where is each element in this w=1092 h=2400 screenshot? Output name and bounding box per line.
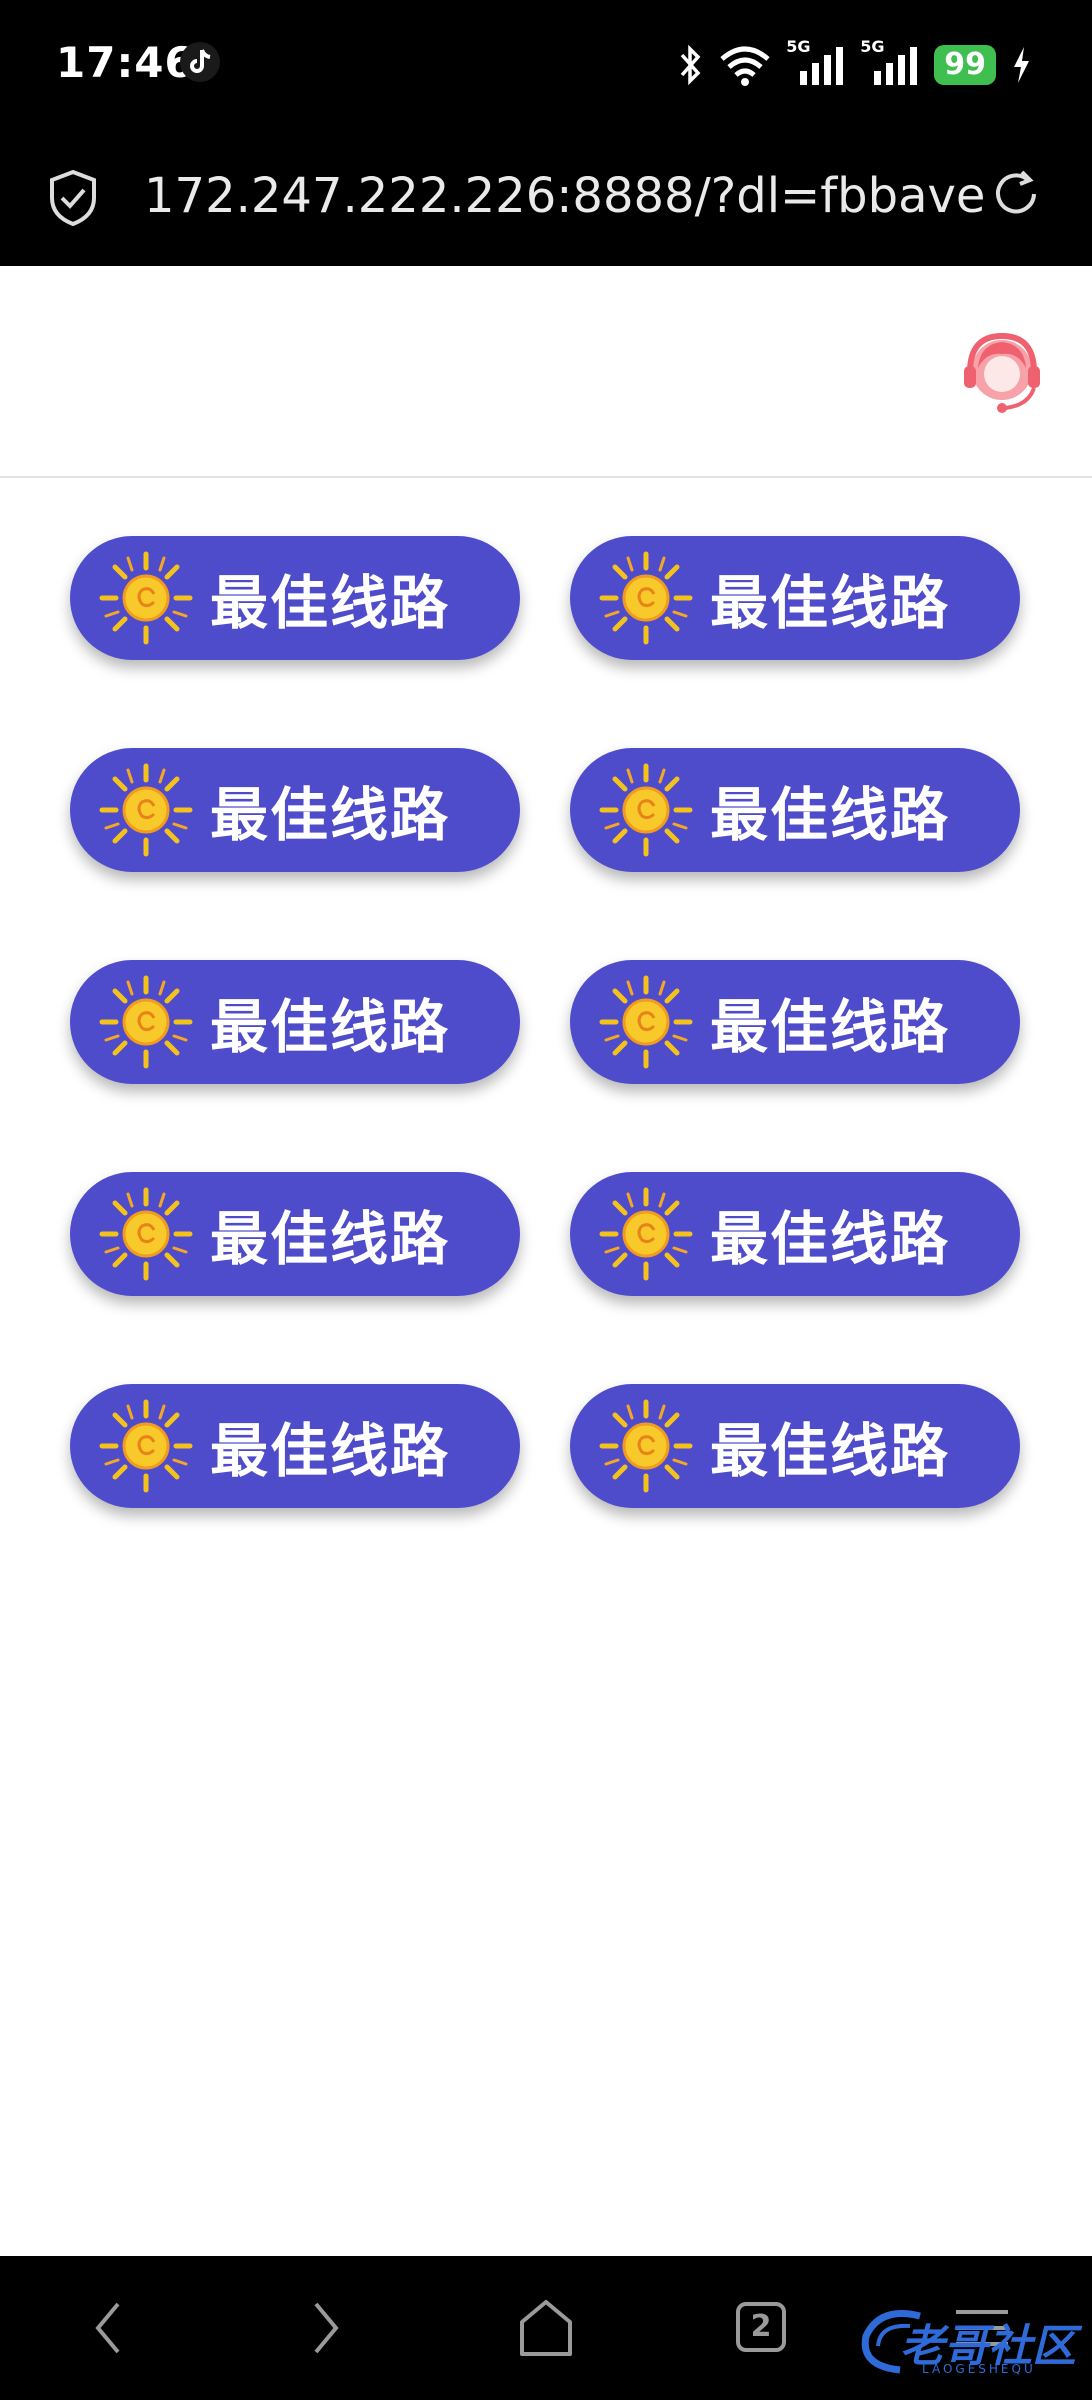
best-line-button[interactable]: 最佳线路 <box>70 536 520 660</box>
tabs-button[interactable]: 2 <box>736 2302 786 2352</box>
best-line-label: 最佳线路 <box>210 993 451 1061</box>
best-line-button[interactable]: 最佳线路 <box>570 960 1020 1084</box>
url-text[interactable]: 172.247.222.226:8888/?dl=fbbave <box>144 168 985 224</box>
page-header <box>0 266 1092 478</box>
sun-icon <box>99 1399 193 1493</box>
line-button-grid: 最佳线路 最佳线路 最佳线路 最佳线路 最佳线路 最佳线路 最佳线路 最佳线路 … <box>70 536 1022 1508</box>
reload-icon[interactable] <box>986 164 1046 224</box>
sun-icon <box>599 975 693 1069</box>
best-line-label: 最佳线路 <box>210 781 451 849</box>
charging-icon <box>1014 47 1029 83</box>
sun-icon <box>99 551 193 645</box>
best-line-button[interactable]: 最佳线路 <box>70 1384 520 1508</box>
best-line-button[interactable]: 最佳线路 <box>70 748 520 872</box>
watermark-logo: 老哥社区 LAOGESHEQU <box>850 2296 1080 2386</box>
best-line-label: 最佳线路 <box>210 569 451 637</box>
status-time: 17:46 <box>56 38 195 87</box>
wifi-icon <box>720 46 770 86</box>
sun-icon <box>599 763 693 857</box>
tiktok-notification-icon <box>180 42 220 82</box>
signal-2-icon: 5G <box>860 37 920 87</box>
battery-level: 99 <box>934 45 996 85</box>
sun-icon <box>599 1399 693 1493</box>
best-line-label: 最佳线路 <box>210 1205 451 1273</box>
back-icon[interactable] <box>88 2296 128 2360</box>
sun-icon <box>599 551 693 645</box>
home-icon[interactable] <box>516 2296 576 2360</box>
sun-icon <box>99 1187 193 1281</box>
forward-icon[interactable] <box>306 2296 346 2360</box>
best-line-button[interactable]: 最佳线路 <box>70 960 520 1084</box>
best-line-label: 最佳线路 <box>710 993 951 1061</box>
best-line-label: 最佳线路 <box>710 1205 951 1273</box>
bluetooth-icon <box>680 44 701 86</box>
best-line-button[interactable]: 最佳线路 <box>70 1172 520 1296</box>
sun-icon <box>599 1187 693 1281</box>
sun-icon <box>99 975 193 1069</box>
shield-check-icon[interactable] <box>46 168 100 228</box>
best-line-label: 最佳线路 <box>210 1417 451 1485</box>
status-bar: 17:46 5G 5G 99 <box>0 0 1092 128</box>
sun-icon <box>99 763 193 857</box>
best-line-button[interactable]: 最佳线路 <box>570 748 1020 872</box>
browser-address-bar[interactable]: 172.247.222.226:8888/?dl=fbbave <box>0 128 1092 266</box>
best-line-button[interactable]: 最佳线路 <box>570 1172 1020 1296</box>
best-line-label: 最佳线路 <box>710 569 951 637</box>
tab-count: 2 <box>750 2309 772 2344</box>
signal-1-icon: 5G <box>786 37 846 87</box>
best-line-label: 最佳线路 <box>710 781 951 849</box>
watermark-subtext: LAOGESHEQU <box>922 2362 1036 2376</box>
customer-service-icon[interactable] <box>958 328 1046 418</box>
best-line-label: 最佳线路 <box>710 1417 951 1485</box>
best-line-button[interactable]: 最佳线路 <box>570 536 1020 660</box>
best-line-button[interactable]: 最佳线路 <box>570 1384 1020 1508</box>
